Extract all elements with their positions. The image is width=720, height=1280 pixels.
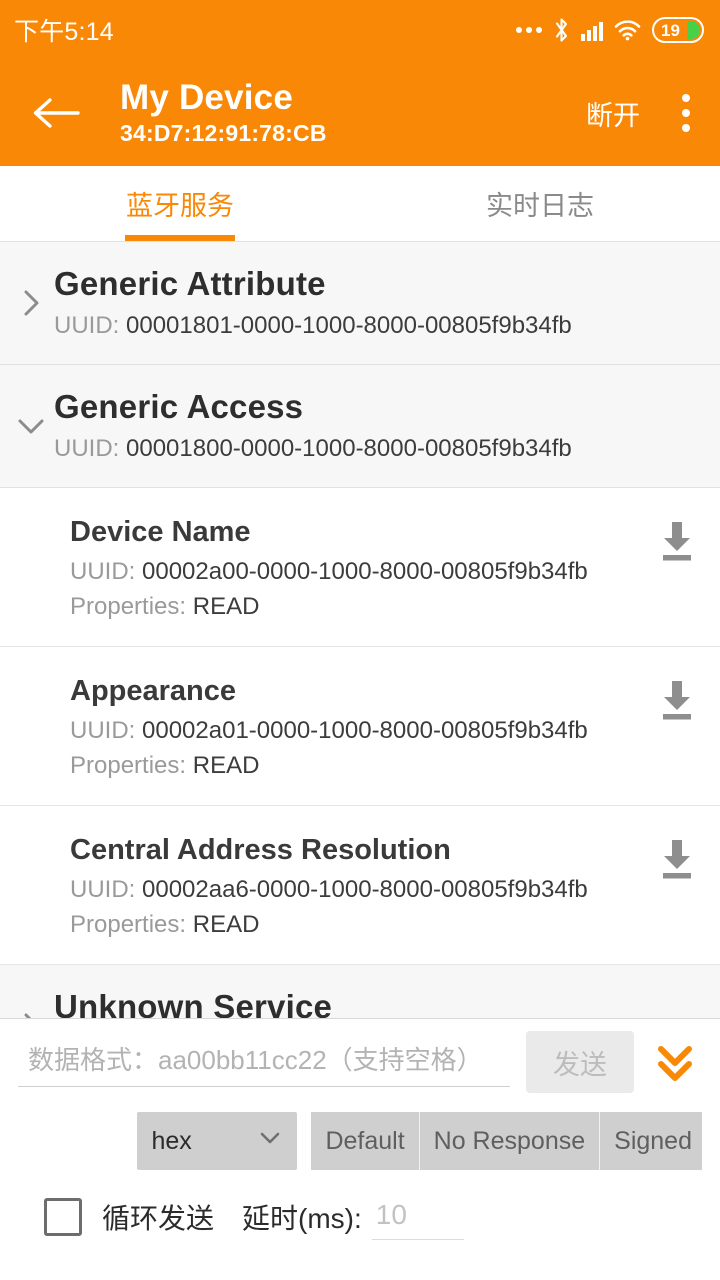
data-input[interactable] [18, 1037, 510, 1087]
uuid-value: 00001800-0000-1000-8000-00805f9b34fb [126, 435, 572, 462]
characteristic-name: Central Address Resolution [70, 834, 451, 866]
download-icon[interactable] [656, 518, 698, 564]
properties-label: Properties: [70, 593, 187, 620]
characteristic-properties: Properties: READ [70, 907, 588, 942]
characteristic-uuid: UUID: 00002aa6-0000-1000-8000-00805f9b34… [70, 872, 588, 907]
double-chevron-down-icon[interactable] [648, 1035, 702, 1089]
characteristic-text: Appearance UUID: 00002a01-0000-1000-8000… [70, 669, 588, 783]
characteristic-uuid: UUID: 00002a01-0000-1000-8000-00805f9b34… [70, 713, 588, 748]
uuid-value: 00002a01-0000-1000-8000-00805f9b34fb [142, 717, 588, 744]
page-title: My Device [120, 78, 294, 117]
delay-input[interactable] [371, 1194, 464, 1240]
app-bar: My Device 34:D7:12:91:78:CB 断开 [0, 60, 720, 166]
loop-send-label: 循环发送 [102, 1203, 215, 1234]
uuid-label: UUID: [54, 312, 120, 339]
properties-value: READ [192, 593, 260, 620]
tab-bluetooth-services[interactable]: 蓝牙服务 [0, 166, 360, 241]
kebab-menu-icon[interactable] [674, 88, 698, 138]
uuid-value: 00002a00-0000-1000-8000-00805f9b34fb [142, 558, 588, 585]
uuid-label: UUID: [54, 435, 120, 462]
status-icons-group: 19 [516, 17, 704, 43]
service-uuid: UUID: 00001800-0000-1000-8000-00805f9b34… [54, 431, 572, 467]
send-button[interactable]: 发送 [526, 1031, 634, 1093]
battery-level: 19 [661, 20, 680, 40]
service-row[interactable]: Generic Access UUID: 00001800-0000-1000-… [0, 365, 720, 488]
tab-label: 蓝牙服务 [126, 191, 234, 221]
characteristic-text: Central Address Resolution UUID: 00002aa… [70, 828, 588, 942]
chevron-down-icon[interactable] [14, 409, 48, 443]
service-row[interactable]: Generic Attribute UUID: 00001801-0000-10… [0, 242, 720, 365]
download-icon[interactable] [656, 677, 698, 723]
chevron-right-icon[interactable] [14, 286, 48, 320]
format-spinner[interactable]: hex [137, 1112, 298, 1170]
properties-value: READ [192, 752, 260, 779]
characteristic-row[interactable]: Central Address Resolution UUID: 00002aa… [0, 806, 720, 965]
disconnect-button[interactable]: 断开 [586, 94, 640, 133]
app-root: 下午5:14 19 My Device 34:D7:12:91:78:CB 断开… [0, 0, 720, 1280]
device-mac-address: 34:D7:12:91:78:CB [120, 120, 327, 146]
write-options-row: hex Default No Response Signed [18, 1105, 702, 1177]
write-send-row: 发送 [18, 1019, 702, 1105]
characteristic-uuid: UUID: 00002a00-0000-1000-8000-00805f9b34… [70, 554, 588, 589]
bluetooth-icon [553, 17, 570, 43]
format-spinner-value: hex [151, 1126, 192, 1155]
characteristic-row[interactable]: Appearance UUID: 00002a01-0000-1000-8000… [0, 647, 720, 806]
characteristic-row[interactable]: Device Name UUID: 00002a00-0000-1000-800… [0, 488, 720, 647]
write-mode-default-button[interactable]: Default [311, 1112, 420, 1170]
status-time: 下午5:14 [14, 18, 114, 46]
uuid-label: UUID: [70, 558, 136, 585]
loop-send-row: 循环发送 延时(ms): [18, 1177, 702, 1257]
tab-label: 实时日志 [486, 191, 594, 221]
properties-label: Properties: [70, 911, 187, 938]
tab-realtime-log[interactable]: 实时日志 [360, 166, 720, 241]
chevron-down-icon [257, 1125, 283, 1158]
write-mode-no-response-button[interactable]: No Response [419, 1112, 601, 1170]
download-icon[interactable] [656, 836, 698, 882]
signal-icon [581, 19, 603, 41]
status-bar: 下午5:14 19 [0, 0, 720, 60]
service-uuid: UUID: 00001801-0000-1000-8000-00805f9b34… [54, 308, 572, 344]
properties-label: Properties: [70, 752, 187, 779]
delay-label: 延时(ms): [242, 1203, 362, 1234]
battery-icon: 19 [652, 17, 704, 43]
characteristic-text: Device Name UUID: 00002a00-0000-1000-800… [70, 510, 588, 624]
service-text: Generic Attribute UUID: 00001801-0000-10… [54, 260, 572, 344]
write-panel: 发送 hex Default No Response Signed [0, 1018, 720, 1280]
characteristic-name: Device Name [70, 516, 251, 548]
loop-send-checkbox[interactable] [44, 1198, 82, 1236]
back-arrow-icon[interactable] [30, 93, 82, 133]
properties-value: READ [192, 911, 260, 938]
uuid-label: UUID: [70, 876, 136, 903]
service-name: Generic Access [54, 388, 304, 425]
characteristic-properties: Properties: READ [70, 748, 588, 783]
uuid-value: 00002aa6-0000-1000-8000-00805f9b34fb [142, 876, 588, 903]
characteristic-properties: Properties: READ [70, 589, 588, 624]
more-dots-icon [516, 27, 542, 33]
characteristic-name: Appearance [70, 675, 237, 707]
write-mode-signed-button[interactable]: Signed [600, 1112, 702, 1170]
device-title-block: My Device 34:D7:12:91:78:CB [120, 78, 586, 148]
service-text: Generic Access UUID: 00001800-0000-1000-… [54, 383, 572, 467]
uuid-label: UUID: [70, 717, 136, 744]
battery-fill [687, 21, 700, 39]
uuid-value: 00001801-0000-1000-8000-00805f9b34fb [126, 312, 572, 339]
service-name: Generic Attribute [54, 265, 326, 302]
wifi-icon [614, 19, 641, 41]
tab-bar: 蓝牙服务 实时日志 [0, 166, 720, 242]
write-mode-segmented-control: Default No Response Signed [311, 1112, 702, 1170]
